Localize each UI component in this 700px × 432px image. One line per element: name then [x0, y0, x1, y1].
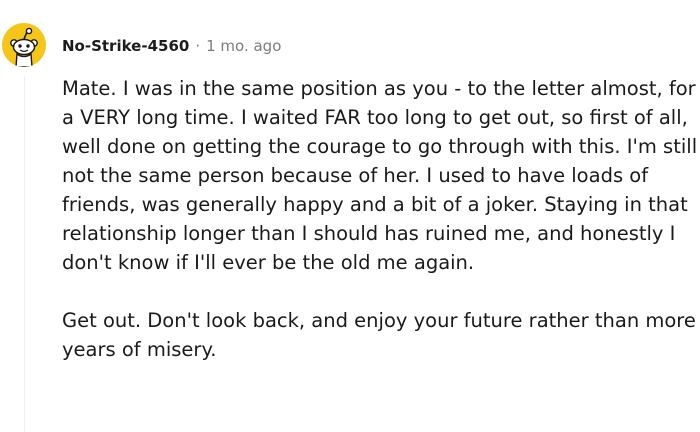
comment-meta: No-Strike-4560 · 1 mo. ago — [62, 36, 281, 56]
author-username[interactable]: No-Strike-4560 — [62, 37, 189, 55]
comment: No-Strike-4560 · 1 mo. ago Mate. I was i… — [0, 0, 700, 432]
comment-body: Mate. I was in the same position as you … — [62, 74, 698, 364]
comment-timestamp[interactable]: 1 mo. ago — [206, 37, 281, 55]
user-avatar-icon[interactable] — [2, 23, 46, 67]
comment-paragraph: Get out. Don't look back, and enjoy your… — [62, 309, 696, 361]
comment-paragraph: Mate. I was in the same position as you … — [62, 77, 698, 274]
meta-separator: · — [195, 37, 201, 55]
thread-line[interactable] — [24, 76, 25, 432]
reddit-snoo-icon — [10, 27, 38, 67]
